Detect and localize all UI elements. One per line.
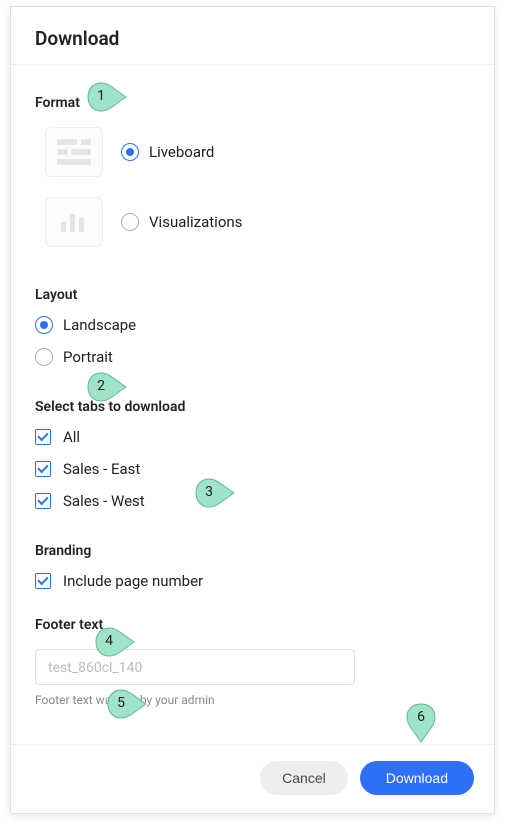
format-option-label: Visualizations — [149, 213, 242, 231]
tab-checkbox-sales-west[interactable]: Sales - West — [35, 485, 470, 517]
visualizations-thumbnail — [45, 197, 103, 247]
checkbox-label: Sales - East — [63, 460, 140, 478]
footer-text-section-label: Footer text — [35, 617, 103, 633]
tab-checkbox-all[interactable]: All — [35, 421, 470, 453]
callout-2: 2 — [87, 372, 123, 400]
dialog-title: Download — [35, 27, 470, 50]
download-button[interactable]: Download — [360, 761, 474, 795]
cancel-button[interactable]: Cancel — [260, 761, 348, 795]
format-option-visualizations[interactable]: Visualizations — [35, 197, 470, 247]
checkbox-label: All — [63, 428, 80, 446]
layout-option-label: Landscape — [63, 316, 136, 334]
checkbox-label: Sales - West — [63, 492, 145, 510]
radio-icon — [121, 213, 139, 231]
liveboard-icon — [57, 139, 91, 165]
checkbox-icon — [35, 429, 51, 445]
format-option-liveboard[interactable]: Liveboard — [35, 127, 470, 177]
download-dialog: Download Format Liveboard — [10, 6, 495, 814]
tabs-section-label: Select tabs to download — [35, 399, 185, 415]
checkbox-icon — [35, 573, 51, 589]
tab-checkbox-sales-east[interactable]: Sales - East — [35, 453, 470, 485]
checkbox-icon — [35, 461, 51, 477]
dialog-header: Download — [11, 7, 494, 65]
dialog-content: Format Liveboard — [11, 65, 494, 744]
radio-icon — [35, 348, 53, 366]
format-option-label: Liveboard — [149, 143, 214, 161]
layout-option-portrait[interactable]: Portrait — [35, 341, 470, 373]
format-section-label: Format — [35, 95, 80, 111]
barchart-icon — [59, 210, 89, 234]
checkbox-label: Include page number — [63, 572, 203, 590]
footer-text-hint: Footer text was set by your admin — [35, 693, 470, 707]
radio-icon — [121, 143, 139, 161]
checkbox-icon — [35, 493, 51, 509]
liveboard-thumbnail — [45, 127, 103, 177]
dialog-footer: 6 Cancel Download — [11, 744, 494, 813]
layout-option-landscape[interactable]: Landscape — [35, 309, 470, 341]
layout-options: Landscape Portrait — [35, 309, 470, 373]
format-options: Liveboard Visualizations — [35, 117, 470, 247]
callout-1: 1 — [87, 82, 123, 110]
callout-number: 1 — [87, 82, 115, 110]
tabs-checkbox-list: All Sales - East Sales - West — [35, 421, 470, 517]
layout-option-label: Portrait — [63, 348, 113, 366]
layout-section-label: Layout — [35, 287, 77, 303]
callout-number: 2 — [87, 372, 115, 400]
branding-section-label: Branding — [35, 543, 91, 559]
footer-text-input[interactable]: test_860cl_140 — [35, 649, 355, 685]
include-page-number-checkbox[interactable]: Include page number — [35, 565, 470, 597]
radio-icon — [35, 316, 53, 334]
